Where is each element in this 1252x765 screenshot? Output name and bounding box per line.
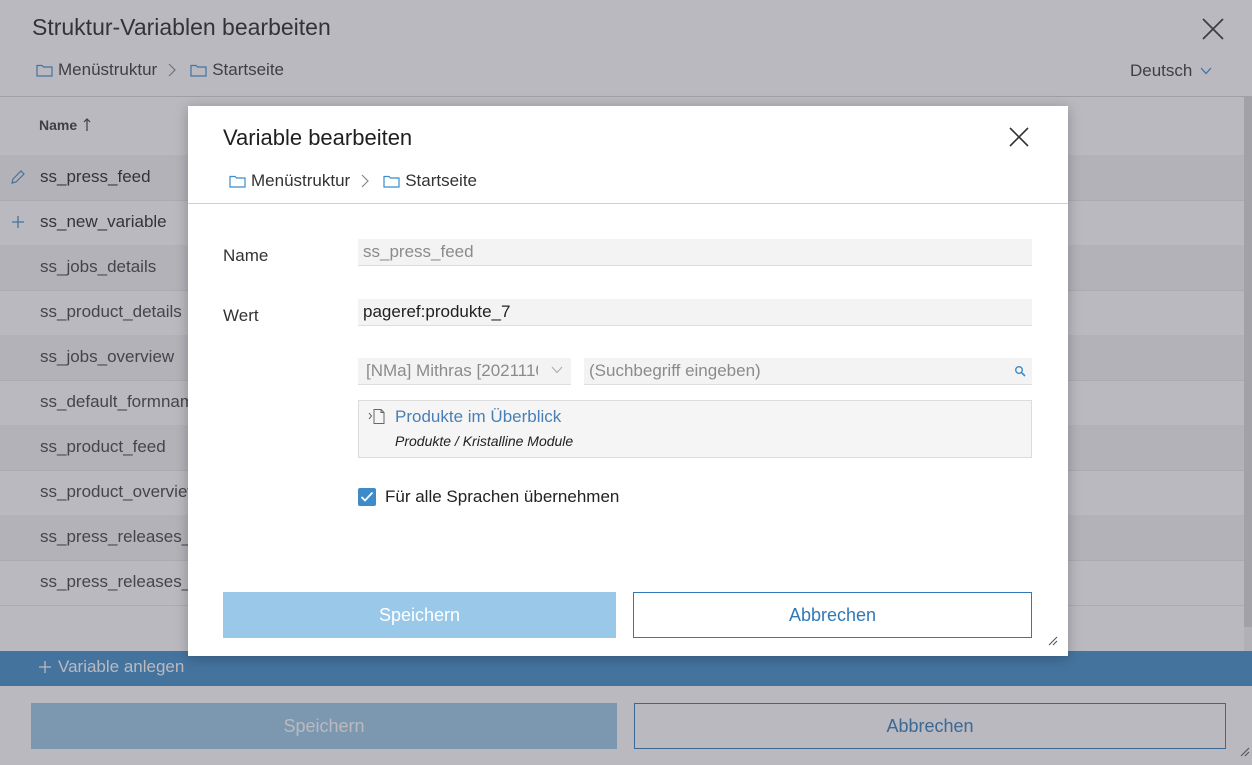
folder-icon xyxy=(383,175,400,188)
name-field: ss_press_feed xyxy=(358,239,1032,266)
name-label: Name xyxy=(223,246,269,265)
chevron-down-icon xyxy=(551,366,563,374)
resize-handle-icon[interactable] xyxy=(1046,634,1058,646)
breadcrumb-item-menustruktur[interactable]: Menüstruktur xyxy=(251,171,350,191)
project-select[interactable]: [NMa] Mithras [2021110 xyxy=(358,358,571,385)
close-icon[interactable] xyxy=(1008,126,1030,148)
apply-all-languages-checkbox[interactable] xyxy=(358,488,376,506)
apply-all-languages-label[interactable]: Für alle Sprachen übernehmen xyxy=(385,487,619,507)
project-select-value: [NMa] Mithras [2021110 xyxy=(366,361,538,380)
save-button[interactable]: Speichern xyxy=(223,592,616,638)
breadcrumb: Menüstruktur Startseite xyxy=(229,171,477,191)
edit-variable-modal: Variable bearbeiten Menüstruktur Startse… xyxy=(188,106,1068,656)
result-title: Produkte im Überblick xyxy=(395,407,562,426)
cancel-button[interactable]: Abbrechen xyxy=(633,592,1032,638)
divider xyxy=(188,203,1068,204)
value-field[interactable]: pageref:produkte_7 xyxy=(358,299,1032,326)
value-label: Wert xyxy=(223,306,259,325)
folder-icon xyxy=(229,175,246,188)
modal-title: Variable bearbeiten xyxy=(223,125,413,150)
breadcrumb-item-startseite[interactable]: Startseite xyxy=(405,171,477,191)
search-placeholder: (Suchbegriff eingeben) xyxy=(589,361,761,380)
search-icon[interactable] xyxy=(1014,365,1026,377)
result-path: Produkte / Kristalline Module xyxy=(395,433,574,449)
chevron-right-icon xyxy=(361,174,370,188)
page-icon xyxy=(368,409,385,424)
search-input[interactable]: (Suchbegriff eingeben) xyxy=(584,358,1032,385)
search-result-item[interactable]: Produkte im Überblick Produkte / Kristal… xyxy=(358,400,1032,458)
checkmark-icon xyxy=(360,491,374,502)
